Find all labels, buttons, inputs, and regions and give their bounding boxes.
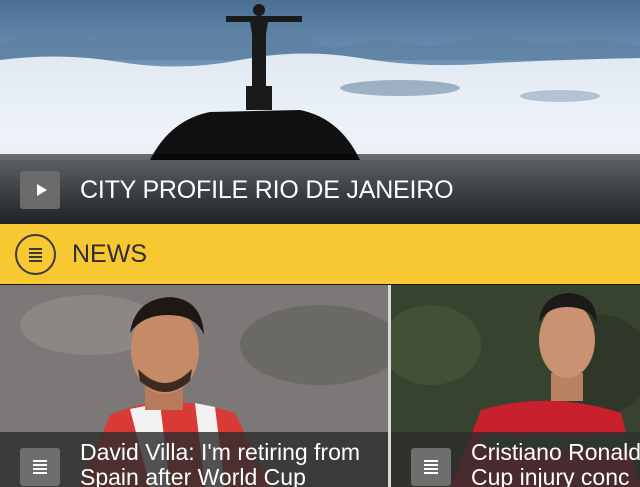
- news-section-title: NEWS: [72, 240, 147, 268]
- article-headline-line1: Cristiano Ronaldo: [471, 439, 640, 465]
- article-headline-line1: David Villa: I'm retiring from: [80, 439, 361, 465]
- article-headline: David Villa: I'm retiring from Spain aft…: [80, 440, 360, 487]
- article-headline-line2: Spain after World Cup: [80, 464, 306, 487]
- article-caption: Cristiano Ronaldo Cup injury conc: [391, 432, 640, 487]
- hero-card[interactable]: CITY PROFILE RIO DE JANEIRO: [0, 0, 640, 224]
- article-headline: Cristiano Ronaldo Cup injury conc: [471, 440, 640, 487]
- list-icon: [411, 448, 451, 486]
- hero-caption-bar: CITY PROFILE RIO DE JANEIRO: [0, 154, 640, 224]
- list-icon: [20, 448, 60, 486]
- hero-title: CITY PROFILE RIO DE JANEIRO: [80, 176, 454, 204]
- news-section-header[interactable]: NEWS: [0, 224, 640, 284]
- article-headline-line2: Cup injury conc: [471, 464, 630, 487]
- play-icon: [36, 184, 47, 196]
- play-button[interactable]: [20, 171, 60, 209]
- news-article-card[interactable]: Cristiano Ronaldo Cup injury conc: [391, 285, 640, 487]
- news-article-card[interactable]: David Villa: I'm retiring from Spain aft…: [0, 285, 388, 487]
- list-icon: [15, 234, 56, 275]
- article-caption: David Villa: I'm retiring from Spain aft…: [0, 432, 388, 487]
